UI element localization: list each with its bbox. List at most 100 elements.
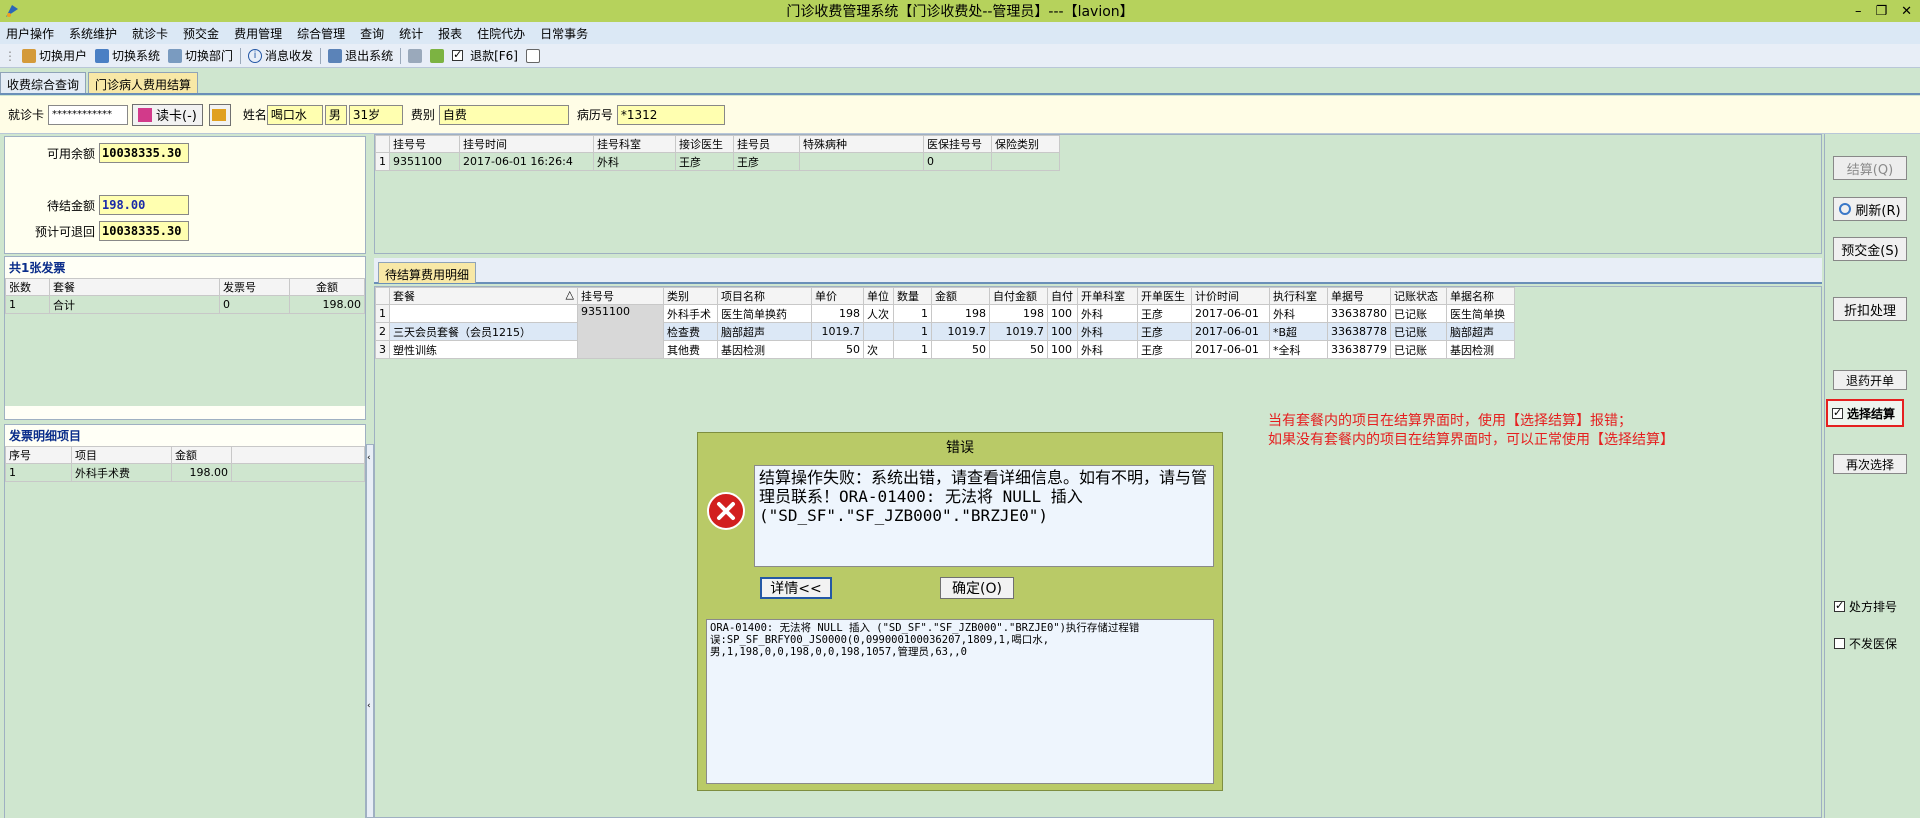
col-amount[interactable]: 金额 (931, 287, 990, 305)
col-doctor[interactable]: 接诊医生 (675, 135, 734, 153)
col-exec-dept[interactable]: 执行科室 (1269, 287, 1328, 305)
col-amount[interactable]: 金额 (289, 278, 365, 296)
col-insurance-reg-no[interactable]: 医保挂号号 (923, 135, 992, 153)
discount-button[interactable]: 折扣处理 (1833, 297, 1907, 321)
name-field[interactable]: 喝口水 (266, 104, 323, 125)
col-self-pay[interactable]: 自付金额 (989, 287, 1048, 305)
col-unit-price[interactable]: 单价 (811, 287, 864, 305)
cell: 外科手术 (663, 304, 718, 323)
table-row[interactable]: 2 三天会员套餐（会员1215） 检查费 脑部超声 1019.7 1 1019.… (375, 322, 1515, 341)
cell: 已记账 (1390, 322, 1447, 341)
switch-user-button[interactable]: 切换用户 (18, 46, 91, 66)
menu-reports[interactable]: 报表 (438, 25, 462, 42)
col-invoice-no[interactable]: 发票号 (219, 278, 290, 296)
col-special-disease[interactable]: 特殊病种 (799, 135, 924, 153)
prepay-button[interactable]: 预交金(S) (1833, 237, 1907, 261)
col-price-time[interactable]: 计价时间 (1191, 287, 1270, 305)
refundable-label: 预计可退回 (34, 224, 95, 239)
menu-user-ops[interactable]: 用户操作 (6, 25, 54, 42)
table-row[interactable]: 3 塑性训练 其他费 基因检测 50 次 1 50 50 100 外科 王彦 2… (375, 340, 1515, 359)
col-insurance-type[interactable]: 保险类别 (991, 135, 1060, 153)
cell: 1 (375, 304, 390, 323)
menu-stats[interactable]: 统计 (399, 25, 423, 42)
messages-button[interactable]: i 消息收发 (244, 46, 317, 66)
col-registrar[interactable]: 挂号员 (733, 135, 800, 153)
col-order-doctor[interactable]: 开单医生 (1137, 287, 1192, 305)
cell: 外科 (1077, 304, 1138, 323)
col-category[interactable]: 类别 (663, 287, 718, 305)
table-row[interactable]: 1 外科手术费 198.00 (5, 463, 365, 482)
menu-system[interactable]: 系统维护 (69, 25, 117, 42)
menu-daily[interactable]: 日常事务 (540, 25, 588, 42)
col-quantity[interactable]: 数量 (893, 287, 932, 305)
ok-button[interactable]: 确定(O) (940, 577, 1014, 599)
rx-sort-checkbox[interactable]: 处方排号 (1834, 598, 1897, 615)
window-button[interactable] (522, 46, 544, 66)
col-order-dept[interactable]: 开单科室 (1077, 287, 1138, 305)
minimize-button[interactable]: – (1855, 4, 1862, 19)
tool-button[interactable] (426, 46, 448, 66)
toolbar-separator (400, 47, 402, 64)
col-reg-time[interactable]: 挂号时间 (459, 135, 594, 153)
cell: 1 (893, 340, 932, 359)
menu-query[interactable]: 查询 (360, 25, 384, 42)
switch-dept-label: 切换部门 (185, 49, 234, 63)
col-item[interactable]: 项目 (71, 446, 172, 464)
col-unit[interactable]: 单位 (863, 287, 894, 305)
fee-type-field[interactable]: 自费 (438, 104, 569, 125)
restore-button[interactable]: ❐ (1875, 4, 1887, 19)
col-count[interactable]: 张数 (5, 278, 50, 296)
no-insurance-checkbox[interactable]: 不发医保 (1834, 635, 1897, 652)
col-package[interactable]: 套餐 (49, 278, 220, 296)
pending-amount-row: 待结金额 198.00 (5, 195, 189, 215)
cell: 33638779 (1327, 340, 1391, 359)
details-button[interactable]: 详情<< (760, 577, 832, 599)
edit-button[interactable] (404, 46, 426, 66)
refresh-icon (1839, 203, 1852, 215)
tab-settlement[interactable]: 门诊病人费用结算 (88, 72, 199, 93)
sex-field[interactable]: 男 (324, 104, 347, 125)
menu-general[interactable]: 综合管理 (297, 25, 345, 42)
col-amount[interactable]: 金额 (171, 446, 232, 464)
switch-dept-button[interactable]: 切换部门 (164, 46, 237, 66)
exit-button[interactable]: 退出系统 (324, 46, 397, 66)
col-self-pct[interactable]: 自付 (1047, 287, 1078, 305)
cell (799, 152, 924, 171)
clear-button[interactable] (208, 103, 231, 126)
age-field[interactable]: 31岁 (348, 104, 403, 125)
switch-system-button[interactable]: 切换系统 (91, 46, 164, 66)
card-number-field[interactable]: ************ (48, 104, 129, 125)
reselect-button[interactable]: 再次选择 (1833, 454, 1907, 474)
col-reg-dept[interactable]: 挂号科室 (593, 135, 676, 153)
col-doc-no[interactable]: 单据号 (1327, 287, 1391, 305)
col-item-name[interactable]: 项目名称 (717, 287, 812, 305)
tab-pending-fees[interactable]: 待结算费用明细 (378, 262, 477, 283)
col-status[interactable]: 记账状态 (1390, 287, 1447, 305)
select-settle-checkbox[interactable]: 选择结算 (1826, 399, 1904, 427)
refresh-button[interactable]: 刷新(R) (1833, 197, 1907, 221)
cell: 三天会员套餐（会员1215） (389, 322, 578, 341)
col-doc-name[interactable]: 单据名称 (1446, 287, 1515, 305)
splitter[interactable]: ‹ ‹ (366, 444, 374, 818)
table-row[interactable]: 1 合计 0 198.00 (5, 295, 365, 314)
record-no-field[interactable]: *1312 (616, 104, 725, 125)
menu-fee-mgmt[interactable]: 费用管理 (234, 25, 282, 42)
card-reader-icon (138, 107, 153, 122)
refund-drug-button[interactable]: 退药开单 (1833, 370, 1907, 390)
error-icon (707, 492, 745, 530)
menu-card[interactable]: 就诊卡 (132, 25, 168, 42)
col-seq[interactable]: 序号 (5, 446, 72, 464)
close-button[interactable]: ✕ (1901, 4, 1912, 19)
refund-button[interactable]: 退款[F6] (448, 46, 522, 66)
col-package[interactable]: 套餐 △ (389, 287, 578, 305)
menu-prepay[interactable]: 预交金 (183, 25, 219, 42)
table-row[interactable]: 1 9351100 外科手术 医生简单换药 198 人次 1 198 198 1… (375, 304, 1515, 359)
col-reg-no[interactable]: 挂号号 (389, 135, 460, 153)
col-reg-no[interactable]: 挂号号 (577, 287, 664, 305)
table-row[interactable]: 1 9351100 2017-06-01 16:26:4 外科 王彦 王彦 0 (375, 152, 1060, 171)
settle-button[interactable]: 结算(Q) (1833, 156, 1907, 180)
read-card-button[interactable]: 读卡(-) (132, 103, 203, 126)
tab-fee-query[interactable]: 收费综合查询 (0, 72, 87, 93)
cell (389, 304, 578, 323)
menu-inpatient[interactable]: 住院代办 (477, 25, 525, 42)
